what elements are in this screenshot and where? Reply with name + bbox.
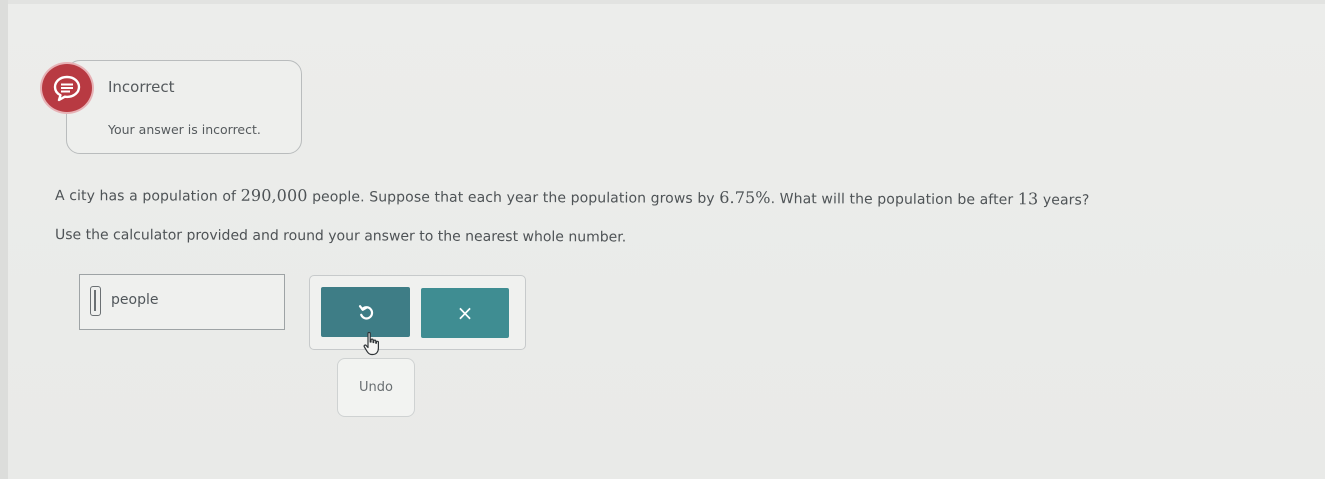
instruction-text: Use the calculator provided and round yo…	[54, 227, 627, 246]
years-value: 13	[1017, 189, 1039, 209]
feedback-card	[66, 60, 302, 154]
population-value: 290,000	[240, 185, 308, 206]
growth-rate-value: 6.75%	[719, 187, 771, 208]
question-text: A city has a population of 290,000 peopl…	[55, 185, 1090, 209]
feedback-message: Your answer is incorrect.	[108, 122, 261, 137]
question-part-3: . What will the population be after	[770, 191, 1018, 209]
undo-tooltip: Undo	[337, 358, 415, 417]
question-part-4: years?	[1038, 192, 1090, 209]
feedback-title: Incorrect	[108, 78, 175, 96]
clear-button[interactable]: ×	[421, 288, 509, 338]
undo-icon	[358, 305, 373, 320]
question-part-1: A city has a population of	[54, 188, 241, 205]
pointer-hand-icon	[363, 331, 379, 356]
speech-bubble-icon	[42, 64, 92, 112]
answer-input[interactable]: people	[79, 274, 285, 330]
window-edge	[0, 0, 8, 479]
answer-unit-label: people	[111, 292, 159, 308]
page: Incorrect Your answer is incorrect. A ci…	[0, 0, 1325, 479]
close-icon: ×	[456, 301, 474, 325]
top-strip	[8, 0, 1325, 4]
question-part-2: people. Suppose that each year the popul…	[307, 189, 720, 207]
undo-button[interactable]	[321, 287, 410, 337]
text-cursor-icon	[90, 286, 101, 316]
